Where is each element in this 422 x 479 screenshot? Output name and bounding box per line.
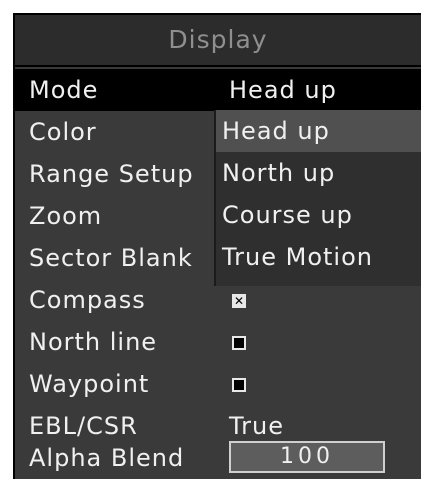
setting-row-alpha-blend[interactable]: Alpha Blend 100 — [15, 437, 421, 479]
setting-label-zoom: Zoom — [29, 202, 103, 230]
setting-label-ebl-csr: EBL/CSR — [29, 412, 138, 440]
mode-option-label: North up — [222, 159, 336, 187]
north-line-checkbox[interactable] — [232, 336, 246, 350]
setting-label-compass: Compass — [29, 286, 146, 314]
setting-label-range-setup: Range Setup — [29, 160, 194, 188]
setting-label-sector-blank: Sector Blank — [29, 244, 193, 272]
display-settings-panel: Display Mode Head up Color Range Setup Z… — [13, 13, 421, 479]
setting-row-mode[interactable]: Mode Head up — [15, 69, 421, 111]
ebl-csr-value[interactable]: True — [229, 412, 284, 440]
window-title: Display — [168, 25, 268, 54]
setting-row-north-line[interactable]: North line — [15, 321, 421, 363]
waypoint-checkbox[interactable] — [232, 378, 246, 392]
mode-dropdown-menu: Head up North up Course up True Motion — [214, 110, 421, 286]
setting-row-waypoint[interactable]: Waypoint — [15, 363, 421, 405]
title-bar: Display — [15, 15, 421, 67]
mode-option-label: True Motion — [222, 243, 373, 271]
mode-option-north-up[interactable]: North up — [216, 152, 421, 194]
setting-label-north-line: North line — [29, 328, 158, 356]
compass-checkbox[interactable]: ✕ — [232, 294, 246, 308]
setting-label-color: Color — [29, 118, 97, 146]
setting-label-alpha-blend: Alpha Blend — [29, 444, 185, 472]
mode-value[interactable]: Head up — [229, 76, 337, 104]
mode-option-course-up[interactable]: Course up — [216, 194, 421, 236]
setting-label-waypoint: Waypoint — [29, 370, 150, 398]
alpha-blend-input[interactable]: 100 — [229, 441, 385, 473]
mode-option-label: Course up — [222, 201, 353, 229]
setting-label-mode: Mode — [29, 76, 99, 104]
mode-option-true-motion[interactable]: True Motion — [216, 236, 421, 278]
mode-option-head-up[interactable]: Head up — [216, 110, 421, 152]
mode-option-label: Head up — [222, 117, 330, 145]
